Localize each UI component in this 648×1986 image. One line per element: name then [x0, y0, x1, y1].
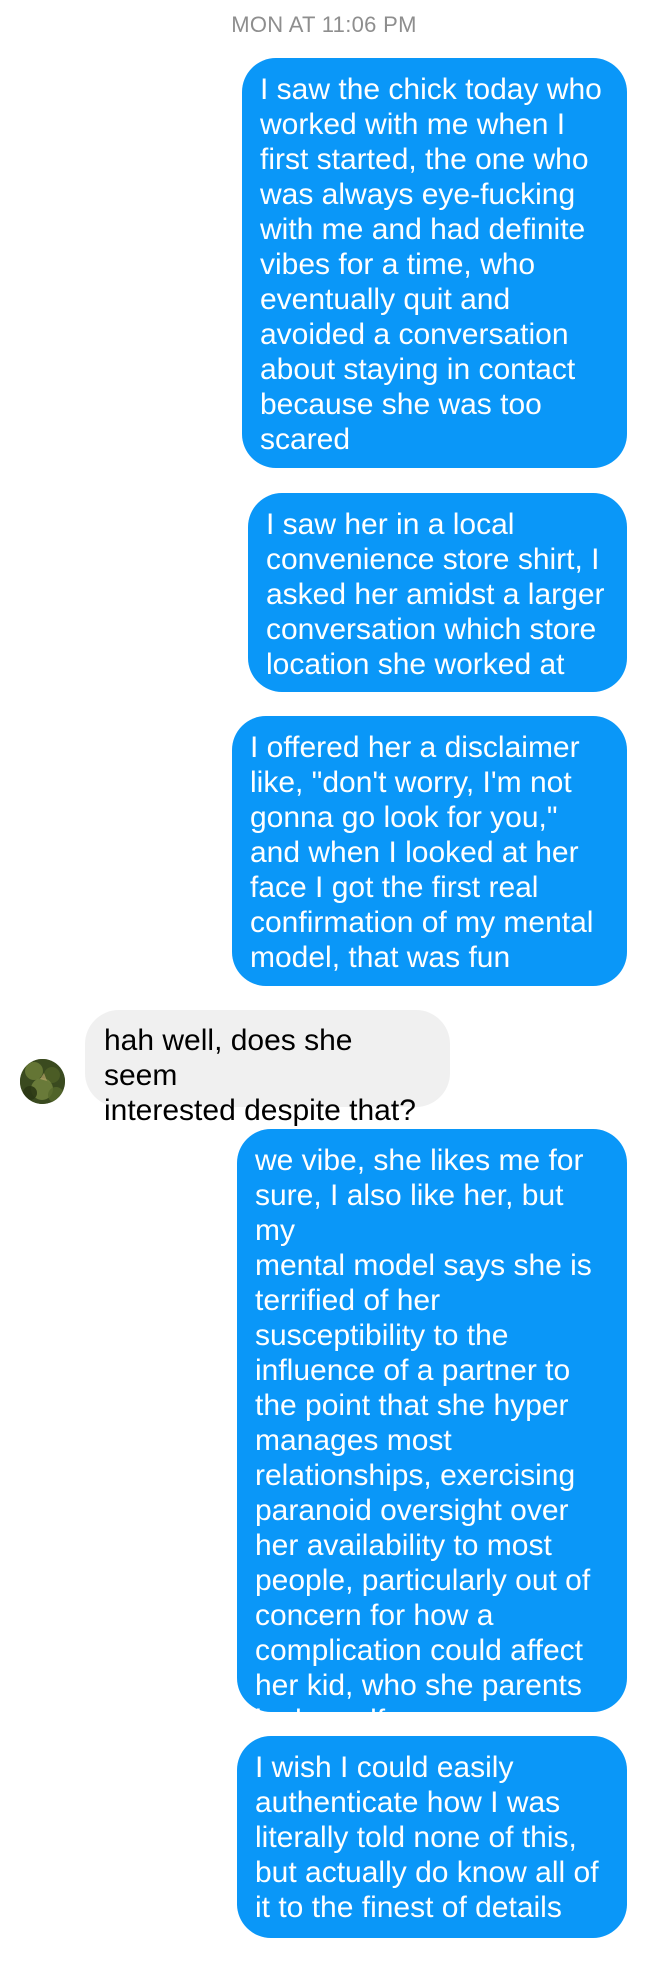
message-thread: MON AT 11:06 PM I saw the chick today wh… [0, 0, 648, 1986]
incoming-message-bubble[interactable]: hah well, does she seem interested despi… [85, 1010, 450, 1127]
outgoing-message-bubble[interactable]: I wish I could easily authenticate how I… [237, 1736, 627, 1938]
thread-timestamp: MON AT 11:06 PM [231, 12, 417, 37]
outgoing-message-bubble[interactable]: I saw the chick today who worked with me… [242, 58, 627, 468]
contact-avatar[interactable] [20, 1059, 65, 1104]
outgoing-message-bubble[interactable]: we vibe, she likes me for sure, I also l… [237, 1129, 627, 1737]
outgoing-message-bubble[interactable]: I offered her a disclaimer like, "don't … [232, 716, 627, 986]
avatar-photo-icon [20, 1059, 65, 1104]
outgoing-message-bubble[interactable]: I saw her in a local convenience store s… [248, 493, 627, 692]
